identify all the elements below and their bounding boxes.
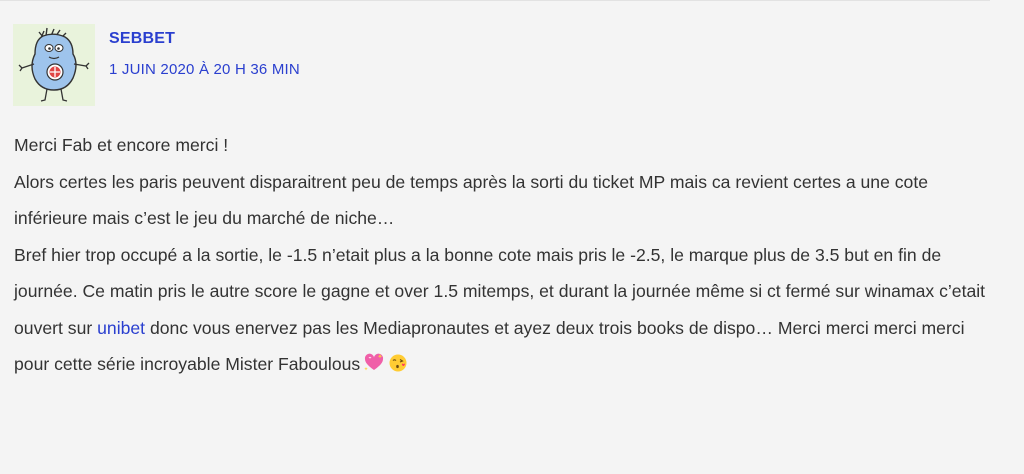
comment-date-link[interactable]: 1 JUIN 2020 À 20 H 36 MIN: [109, 60, 300, 80]
comment-paragraph-2: Alors certes les paris peuvent disparait…: [14, 171, 929, 229]
comment-paragraph-3: Bref hier trop occupé a la sortie, le -1…: [14, 237, 1004, 383]
unibet-link[interactable]: unibet: [97, 318, 145, 338]
sparkling-heart-icon: [364, 353, 384, 373]
comment-line-1: Merci Fab et encore merci !: [14, 135, 229, 155]
comment-meta: SEBBET 1 JUIN 2020 À 20 H 36 MIN: [109, 29, 300, 80]
comment: SEBBET 1 JUIN 2020 À 20 H 36 MIN Merci F…: [0, 0, 1024, 474]
avatar: [13, 24, 95, 106]
divider: [0, 0, 990, 1]
face-blowing-kiss-icon: [388, 353, 408, 373]
author-name[interactable]: SEBBET: [109, 29, 300, 49]
comment-body: Merci Fab et encore merci ! Alors certes…: [14, 127, 1004, 383]
avatar-monster-image: [18, 27, 90, 102]
comment-text: donc vous enervez pas les Mediapronautes…: [14, 317, 965, 375]
